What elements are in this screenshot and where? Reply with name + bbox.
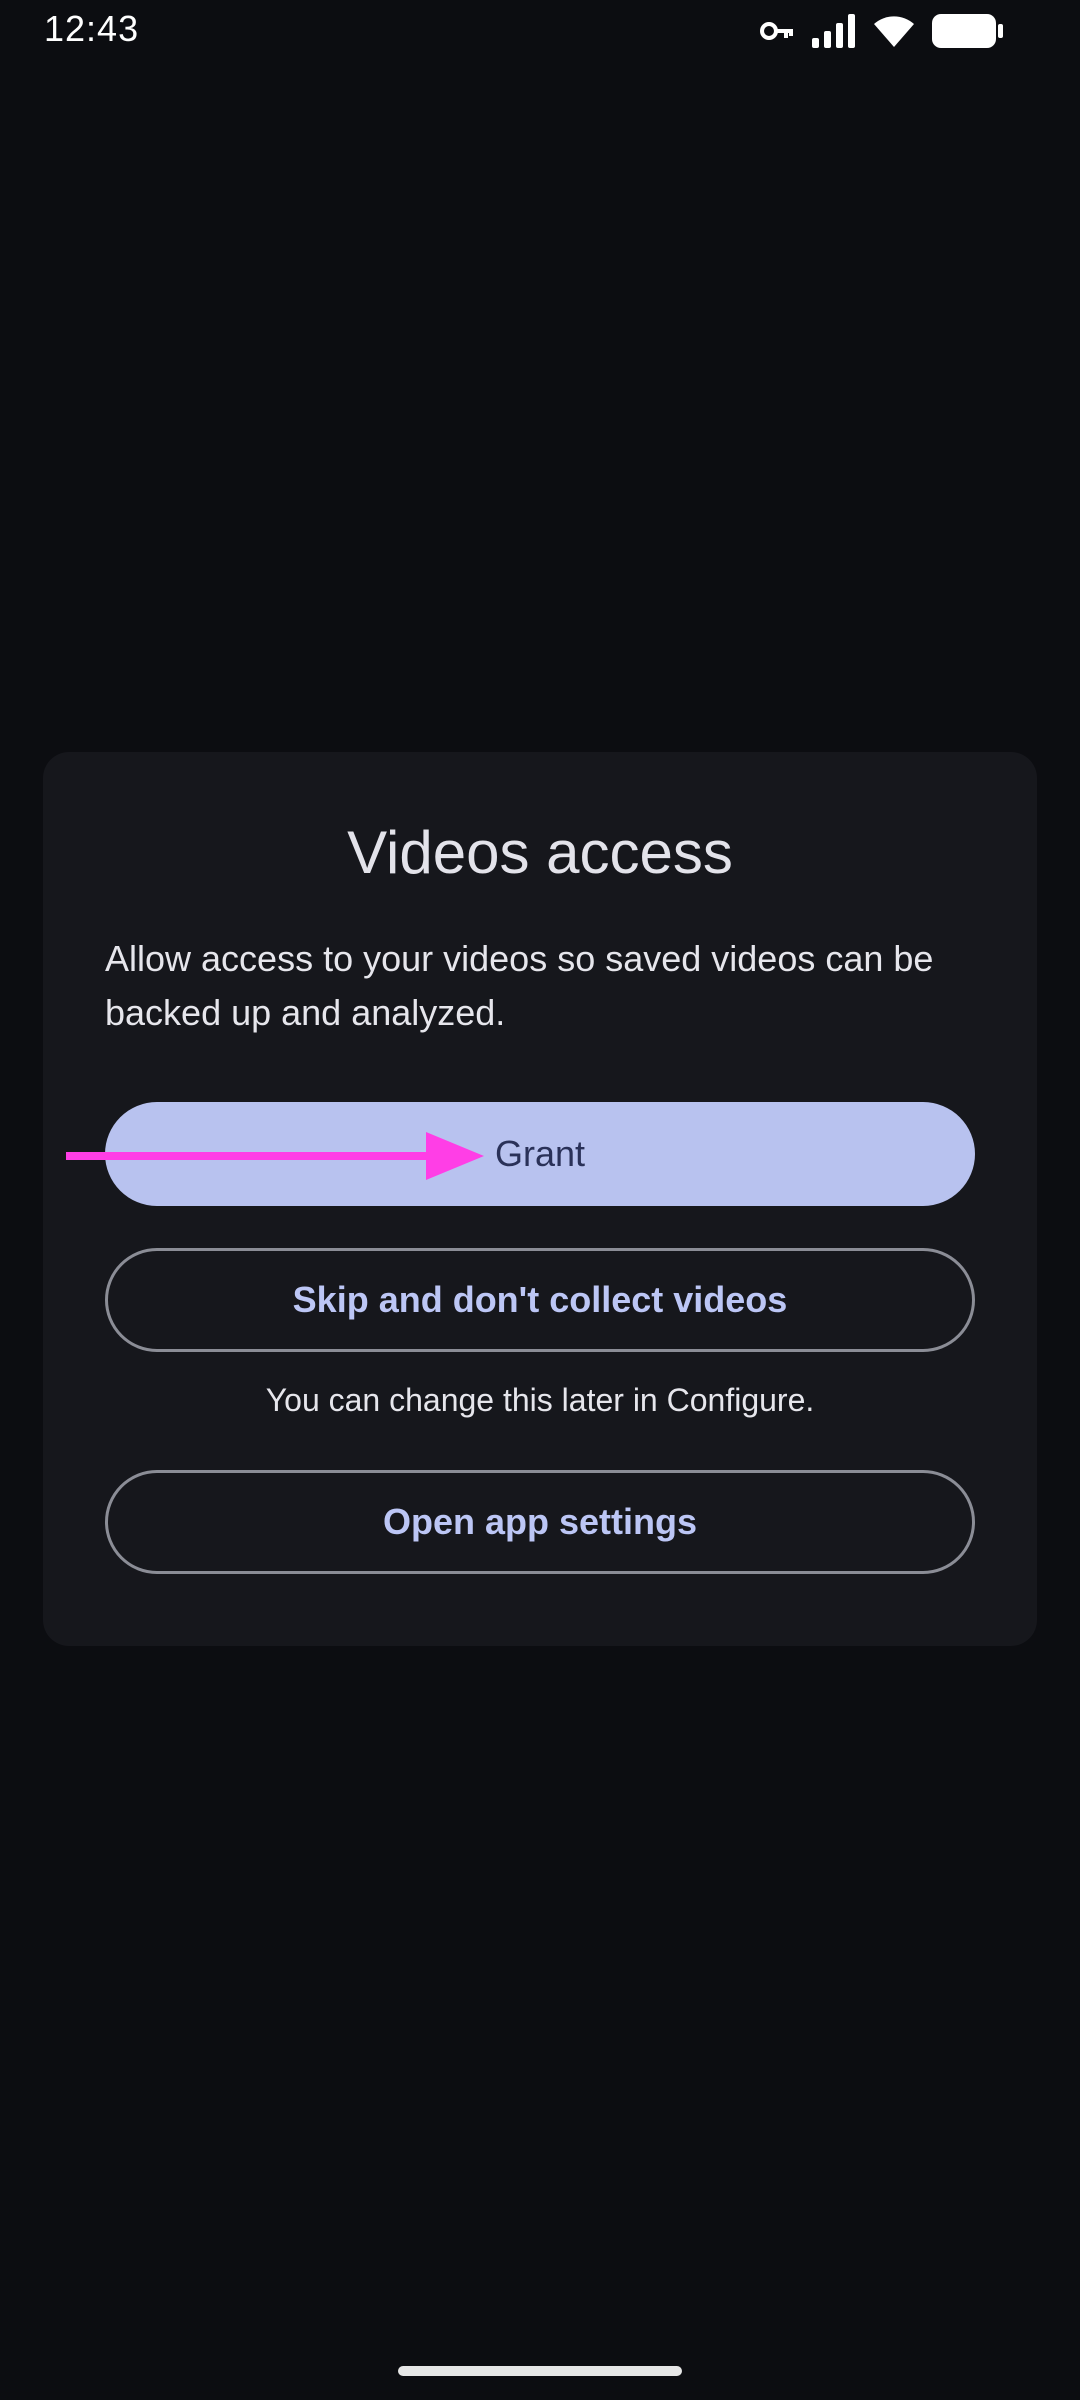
battery-icon: [932, 14, 1004, 48]
change-later-hint: You can change this later in Configure.: [265, 1382, 815, 1418]
skip-button[interactable]: Skip and don't collect videos: [105, 1248, 975, 1352]
open-app-settings-button[interactable]: Open app settings: [105, 1470, 975, 1574]
wifi-icon: [874, 14, 914, 48]
grant-button-label: Grant: [494, 1133, 586, 1174]
screen: 12:43 Videos access Allow access to your…: [0, 0, 1080, 2400]
home-indicator[interactable]: [398, 2366, 682, 2376]
annotation-arrow-icon: [66, 1132, 484, 1180]
vpn-key-icon: [760, 19, 794, 43]
status-time: 12:43: [44, 8, 140, 49]
open-app-settings-label: Open app settings: [382, 1501, 698, 1542]
dialog-body: Allow access to your videos so saved vid…: [105, 938, 934, 1033]
dialog-title: Videos access: [347, 819, 733, 886]
videos-access-dialog: Videos access Allow access to your video…: [43, 752, 1037, 1646]
skip-button-label: Skip and don't collect videos: [292, 1279, 788, 1320]
signal-icon: [812, 14, 856, 48]
status-bar: 12:43: [0, 0, 1080, 62]
status-icons: [760, 14, 1004, 48]
